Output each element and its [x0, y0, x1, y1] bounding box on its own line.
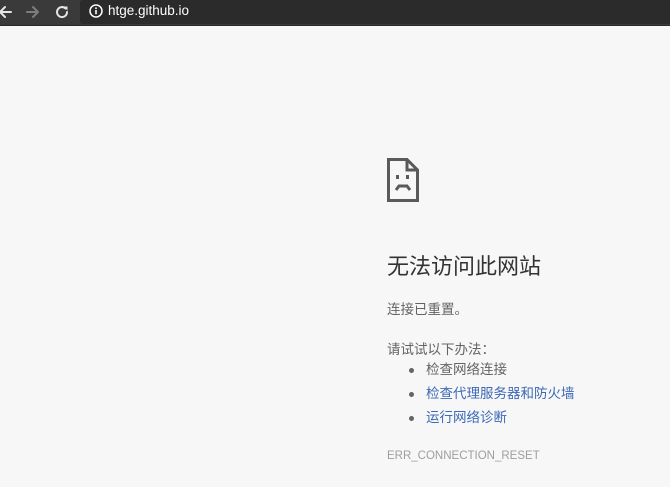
sad-document-icon	[387, 158, 419, 202]
bullet-dot	[409, 416, 414, 421]
url-text[interactable]: htge.github.io	[108, 3, 189, 18]
bullet-dot	[409, 368, 414, 373]
error-title: 无法访问此网站	[387, 255, 542, 280]
browser-toolbar: htge.github.io	[0, 0, 670, 26]
back-button[interactable]	[0, 0, 15, 24]
address-bar[interactable]: htge.github.io	[80, 0, 670, 24]
check-proxy-firewall-link[interactable]: 检查代理服务器和防火墙	[426, 384, 575, 404]
error-code: ERR_CONNECTION_RESET	[387, 450, 540, 462]
reload-icon	[56, 6, 69, 19]
info-circle-icon[interactable]	[89, 4, 103, 18]
run-network-diagnostics-link[interactable]: 运行网络诊断	[426, 408, 507, 428]
forward-button[interactable]	[23, 0, 43, 24]
suggestion-label: 检查网络连接	[426, 362, 507, 378]
bullet-dot	[409, 392, 414, 397]
arrow-right-icon	[26, 6, 39, 18]
arrow-left-icon	[0, 6, 12, 18]
suggestions-heading: 请试试以下办法：	[387, 342, 495, 358]
reload-button[interactable]	[52, 0, 72, 24]
error-summary: 连接已重置。	[387, 302, 468, 318]
